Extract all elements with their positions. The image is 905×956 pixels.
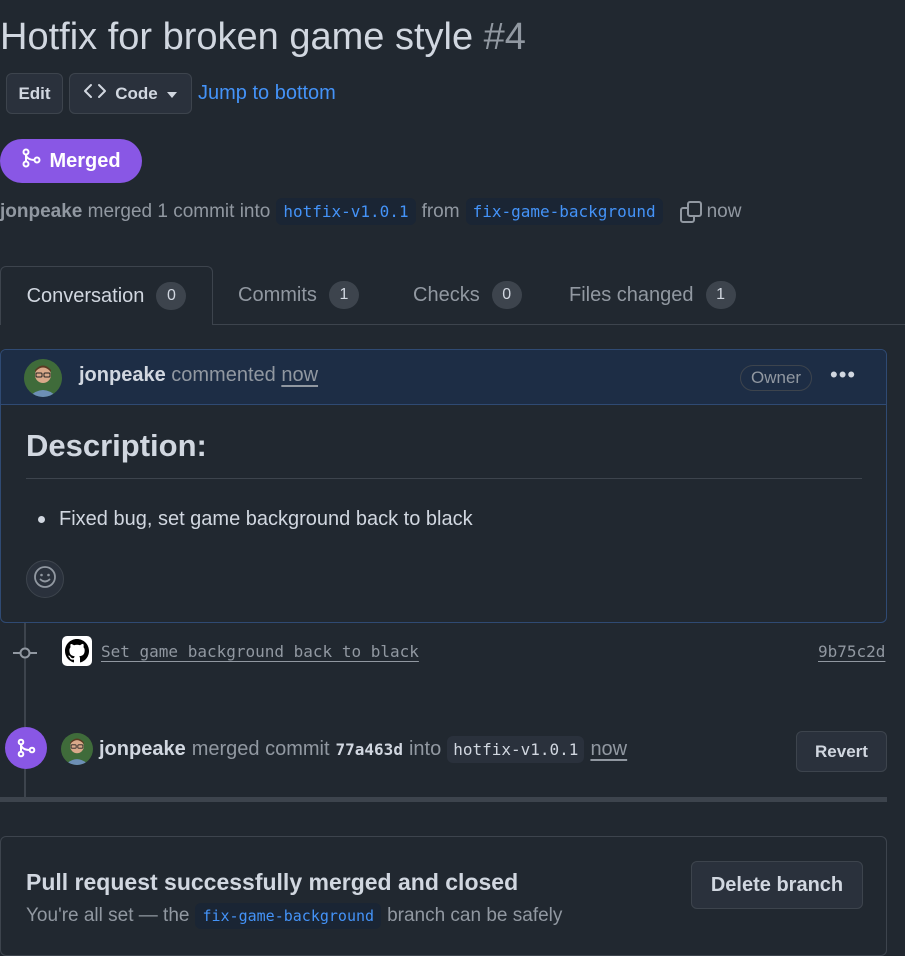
chevron-down-icon	[166, 84, 178, 104]
commit-sha-link[interactable]: 9b75c2d	[818, 642, 885, 661]
edit-button[interactable]: Edit	[6, 73, 63, 114]
jump-to-bottom-link[interactable]: Jump to bottom	[198, 82, 336, 105]
delete-branch-label: Delete branch	[710, 873, 844, 896]
merged-box-title: Pull request successfully merged and clo…	[26, 869, 519, 895]
revert-button-label: Revert	[815, 741, 868, 761]
merge-event-text: merged commit	[191, 737, 330, 760]
tab-commits[interactable]: Commits 1	[238, 266, 359, 324]
heading-divider	[26, 478, 862, 479]
bullet-icon	[38, 516, 45, 523]
comment-header: jonpeake commented now Owner •••	[1, 350, 886, 405]
git-merge-icon	[21, 148, 41, 174]
pr-title-text: Hotfix for broken game style	[0, 16, 474, 58]
comment-author[interactable]: jonpeake	[79, 364, 166, 386]
tab-conversation[interactable]: Conversation 0	[0, 266, 213, 325]
merged-box-description: You're all set — the fix-game-background…	[26, 903, 562, 929]
tab-conversation-label: Conversation	[26, 284, 145, 307]
merged-box-desc-prefix: You're all set — the	[26, 905, 190, 926]
kebab-menu-icon[interactable]: •••	[830, 362, 856, 388]
comment-action: commented	[171, 364, 276, 386]
pr-from-text: from	[421, 200, 460, 222]
merge-into-text: into	[408, 737, 442, 760]
timeline-end-divider	[0, 797, 887, 802]
code-button[interactable]: Code	[69, 73, 192, 114]
owner-badge: Owner	[740, 365, 813, 391]
tab-commits-label: Commits	[238, 283, 317, 306]
pr-time: now	[706, 200, 742, 222]
merged-status-label: Merged	[49, 149, 121, 172]
git-commit-icon	[13, 643, 37, 668]
git-merge-event-icon	[5, 727, 47, 769]
head-branch[interactable]: fix-game-background	[465, 198, 663, 225]
merge-target-branch[interactable]: hotfix-v1.0.1	[447, 735, 585, 763]
owner-badge-label: Owner	[751, 368, 802, 387]
merged-box-desc-suffix: branch can be safely	[387, 905, 563, 926]
merge-time[interactable]: now	[590, 738, 627, 761]
pr-number: #4	[483, 16, 526, 58]
merge-author[interactable]: jonpeake	[99, 738, 186, 761]
github-icon[interactable]	[62, 636, 92, 666]
comment-time[interactable]: now	[281, 364, 318, 386]
pr-meta: jonpeake merged 1 commit into hotfix-v1.…	[0, 198, 741, 225]
delete-branch-button[interactable]: Delete branch	[691, 861, 863, 909]
merged-status-badge: Merged	[0, 139, 142, 183]
edit-button-label: Edit	[18, 83, 51, 103]
base-branch[interactable]: hotfix-v1.0.1	[276, 198, 416, 225]
code-icon	[83, 83, 107, 104]
smiley-icon	[33, 565, 57, 594]
comment-card: jonpeake commented now Owner ••• Descrip…	[0, 349, 887, 623]
merged-status-box: Pull request successfully merged and clo…	[0, 836, 887, 956]
merge-event: jonpeake merged commit 77a463d into hotf…	[61, 733, 627, 765]
list-item: Fixed bug, set game background back to b…	[38, 508, 473, 531]
tab-checks-count: 0	[491, 281, 522, 309]
tab-commits-count: 1	[328, 281, 359, 309]
tab-files-changed-label: Files changed	[569, 283, 694, 306]
merge-commit-sha[interactable]: 77a463d	[336, 740, 403, 759]
tab-checks-label: Checks	[413, 283, 480, 306]
tab-files-changed-count: 1	[705, 281, 736, 309]
revert-button[interactable]: Revert	[796, 731, 887, 772]
tab-checks[interactable]: Checks 0	[413, 266, 522, 324]
tab-conversation-count: 0	[156, 282, 187, 310]
copy-icon[interactable]	[679, 200, 703, 224]
list-item-text: Fixed bug, set game background back to b…	[59, 508, 473, 530]
comment-meta: jonpeake commented now	[79, 364, 318, 387]
description-heading: Description:	[26, 428, 207, 463]
commit-message-link[interactable]: Set game background back to black	[101, 642, 419, 661]
add-reaction-button[interactable]	[26, 560, 64, 598]
pr-merge-text: merged 1 commit into	[87, 200, 271, 222]
merged-box-branch[interactable]: fix-game-background	[195, 903, 382, 929]
avatar[interactable]	[61, 733, 93, 765]
pr-title: Hotfix for broken game style #4	[0, 16, 526, 59]
avatar[interactable]	[24, 359, 62, 397]
tab-files-changed[interactable]: Files changed 1	[569, 266, 736, 324]
pr-author[interactable]: jonpeake	[0, 201, 82, 223]
code-button-label: Code	[115, 83, 158, 103]
